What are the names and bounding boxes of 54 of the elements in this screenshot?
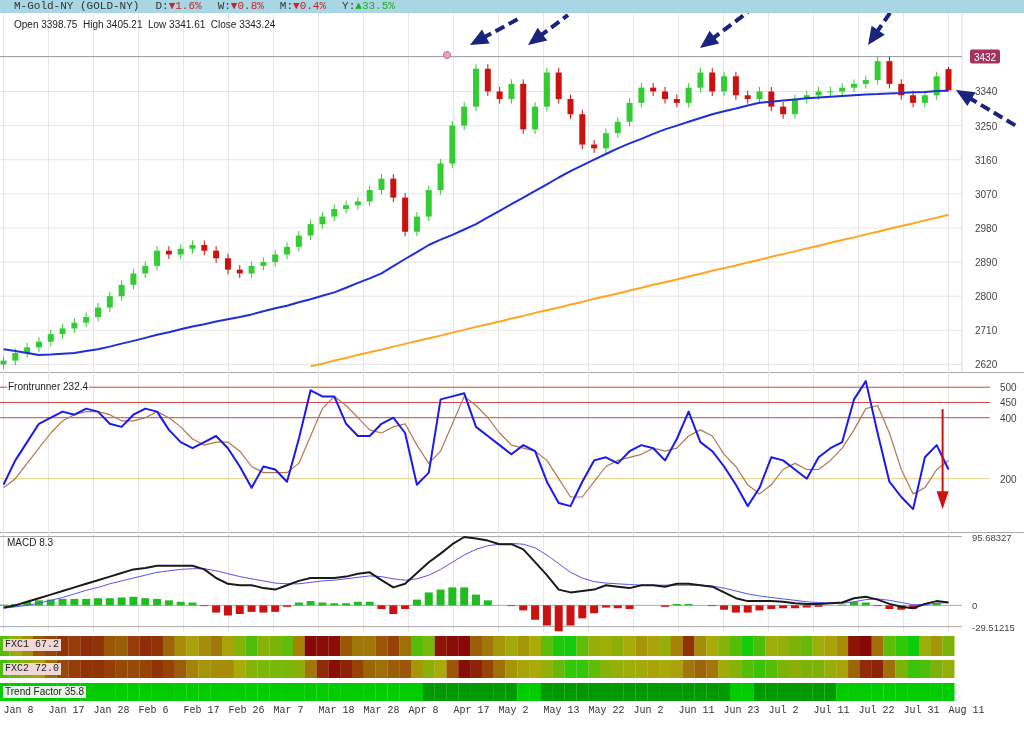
date-label: Mar 28: [363, 705, 400, 716]
price-badge: 3432: [970, 49, 1000, 64]
axis-label: 3160: [975, 154, 998, 166]
date-label: Jun 11: [678, 705, 715, 716]
date-label: Jul 2: [768, 705, 799, 716]
date-label: Jan 17: [48, 705, 85, 716]
axis-label: 450: [1000, 397, 1017, 409]
change-label: D:: [155, 0, 169, 13]
date-label: Jan 8: [3, 705, 34, 716]
date-label: Mar 18: [318, 705, 355, 716]
date-label: Apr 17: [453, 705, 490, 716]
strip-label: FXC1 67.2: [3, 639, 61, 651]
change-label: Y:: [342, 0, 356, 13]
axis-label: 3340: [975, 86, 998, 98]
change-label: M:: [279, 0, 294, 13]
axis-label: 3070: [975, 188, 998, 200]
ohlc-readout: Open 3398.75 High 3405.21 Low 3341.61 Close 3343.24: [14, 18, 276, 32]
indicator-label: Frontrunner 232.4: [7, 381, 90, 392]
date-label: May 13: [543, 705, 580, 716]
date-label: Mar 7: [273, 705, 304, 716]
axis-label: 3250: [975, 120, 998, 132]
axis-label: 2800: [975, 291, 998, 303]
date-label: Jul 31: [903, 705, 940, 716]
change-value: ▼0.4%: [293, 0, 327, 13]
change-value: ▲33.5%: [355, 0, 395, 13]
date-label: Apr 8: [408, 705, 439, 716]
change-value: ▼0.8%: [230, 0, 264, 13]
date-label: Feb 26: [228, 705, 265, 716]
axis-label: 2620: [975, 359, 998, 371]
date-label: Jun 2: [633, 705, 664, 716]
strip-label: FXC2 72.0: [3, 663, 61, 675]
axis-label: 2890: [975, 257, 998, 269]
axis-label: -29.51215: [972, 621, 1015, 632]
indicator-label: MACD 8.3: [7, 536, 54, 550]
axis-label: 500: [1000, 382, 1017, 394]
change-label: W:: [217, 0, 231, 13]
date-label: Feb 6: [138, 705, 169, 716]
instrument-title: M-Gold-NY (GOLD-NY): [14, 0, 140, 13]
date-label: Aug 11: [948, 705, 985, 716]
date-label: Jul 11: [813, 705, 850, 716]
date-label: May 22: [588, 705, 625, 716]
date-label: Jun 23: [723, 705, 760, 716]
date-label: May 2: [498, 705, 529, 716]
strip-label: Trend Factor 35.8: [3, 686, 87, 698]
axis-label: 2980: [975, 222, 998, 234]
date-label: Jan 28: [93, 705, 130, 716]
axis-label: 200: [1000, 473, 1017, 485]
date-label: Feb 17: [183, 705, 220, 716]
date-label: Jul 22: [858, 705, 895, 716]
change-value: ▼1.6%: [168, 0, 202, 13]
axis-label: 95.68327: [972, 532, 1012, 543]
axis-label: 2710: [975, 325, 998, 337]
axis-label: 400: [1000, 412, 1017, 424]
axis-label: 0: [972, 600, 978, 612]
